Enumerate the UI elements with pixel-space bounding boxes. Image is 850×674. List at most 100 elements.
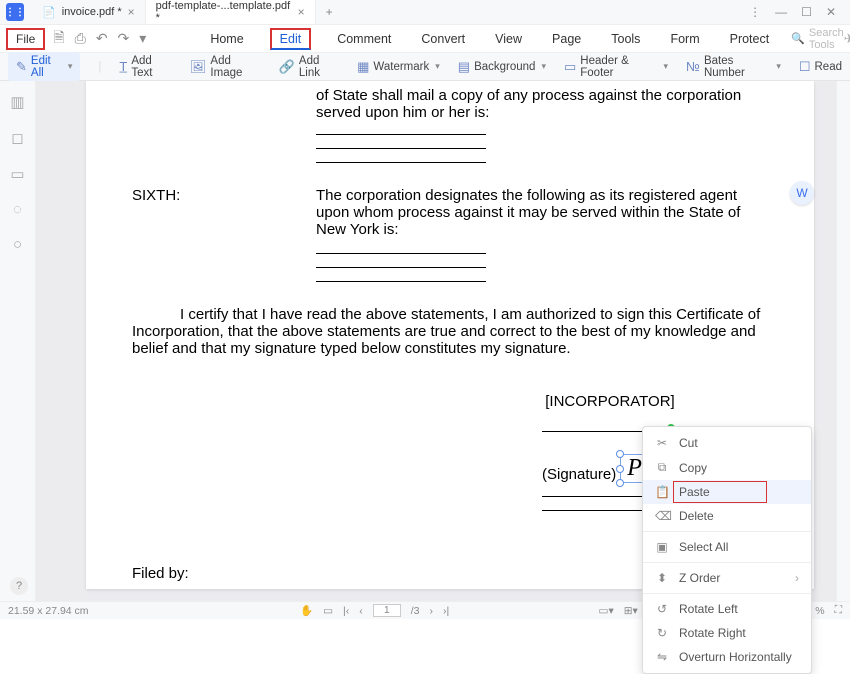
menu-home[interactable]: Home: [206, 28, 247, 50]
page-input[interactable]: 1: [373, 604, 401, 617]
tab-label: pdf-template-...template.pdf *: [156, 0, 292, 24]
ctx-delete[interactable]: ⌫Delete: [643, 504, 811, 528]
tab-invoice[interactable]: 📄 invoice.pdf * ×: [32, 0, 146, 24]
ctx-paste[interactable]: 📋Paste: [643, 480, 811, 504]
close-window-icon[interactable]: ✕: [826, 5, 836, 19]
save-icon[interactable]: 🗎: [53, 27, 64, 51]
background-icon: ▤: [458, 59, 470, 75]
menu-comment[interactable]: Comment: [333, 28, 395, 50]
search-tools[interactable]: 🔍 Search Tools: [791, 27, 844, 51]
label: Add Link: [299, 55, 339, 79]
label: Paste: [679, 485, 710, 499]
ctx-zorder[interactable]: ⬍Z Order: [643, 566, 811, 590]
left-panel: ▥ ◻ ▭ ◌ ○: [0, 81, 36, 601]
view-mode-icon[interactable]: ▭▾: [599, 605, 614, 617]
fit-icon[interactable]: ⊞▾: [624, 605, 638, 617]
close-icon[interactable]: ×: [128, 5, 135, 19]
bookmark-icon[interactable]: ◻: [11, 129, 23, 147]
tab-template[interactable]: pdf-template-...template.pdf * ×: [146, 0, 316, 24]
bates-icon: №: [686, 59, 700, 74]
image-icon: 🖼: [190, 59, 207, 75]
menu-edit[interactable]: Edit: [270, 28, 312, 50]
read-button[interactable]: ☐ Read: [799, 59, 842, 75]
next-page-icon[interactable]: ›: [430, 605, 434, 617]
select-tool-icon[interactable]: ▭: [323, 605, 333, 617]
word-export-button[interactable]: W: [790, 181, 814, 205]
first-page-icon[interactable]: |‹: [343, 605, 349, 617]
maximize-icon[interactable]: ☐: [801, 5, 812, 19]
label: Watermark: [373, 61, 429, 73]
menu-convert[interactable]: Convert: [417, 28, 469, 50]
header-actions: ✈ ⌂ ⇱: [844, 31, 850, 47]
section-text: The corporation designates the following…: [316, 187, 768, 238]
partial-text: of State shall mail a copy of any proces…: [132, 87, 768, 121]
ctx-select-all[interactable]: ▣ Select All: [643, 535, 811, 559]
label: Overturn Horizontally: [679, 650, 792, 664]
add-link-button[interactable]: 🔗Add Link: [279, 55, 339, 79]
title-bar: ⋮⋮ 📄 invoice.pdf * × pdf-template-...tem…: [0, 0, 850, 25]
label: Rotate Right: [679, 626, 746, 640]
ctx-overturn[interactable]: ⇋ Overturn Horizontally: [643, 645, 811, 669]
hand-tool-icon[interactable]: ✋: [300, 604, 313, 617]
prev-page-icon[interactable]: ‹: [359, 605, 363, 617]
label: Header & Footer: [580, 55, 657, 79]
minimize-icon[interactable]: —: [775, 5, 787, 19]
print-icon[interactable]: ⎙: [75, 30, 86, 47]
watermark-icon: ▦: [357, 59, 369, 75]
more-icon[interactable]: ⋮: [749, 5, 761, 19]
watermark-button[interactable]: ▦ Watermark: [357, 59, 440, 75]
edit-all-button[interactable]: ✎Edit All: [8, 52, 80, 82]
separator: [643, 593, 811, 594]
search-panel-icon[interactable]: ○: [13, 236, 22, 253]
menu-view[interactable]: View: [491, 28, 526, 50]
flip-icon: ⇋: [655, 650, 669, 664]
label: Delete: [679, 509, 714, 523]
blank-line: [316, 254, 486, 268]
signature-label: (Signature): [542, 466, 616, 483]
vertical-scrollbar[interactable]: [836, 81, 850, 601]
label: Select All: [679, 540, 728, 554]
context-menu: ✂ Cut ⧉Copy 📋Paste ⌫Delete ▣ Select All ⬍Z…: [642, 426, 812, 674]
zoom-value[interactable]: %: [815, 605, 824, 617]
bates-button[interactable]: №Bates Number: [686, 55, 781, 79]
add-text-button[interactable]: T̲Add Text: [119, 55, 172, 79]
select-all-icon: ▣: [655, 540, 669, 554]
copy-icon: ⧉: [655, 460, 669, 475]
quick-access: 🗎 ⎙ ↶ ↷ ▾: [53, 27, 146, 51]
label: Z Order: [679, 571, 720, 585]
thumbnails-icon[interactable]: ▥: [10, 93, 24, 111]
ctx-rotate-left[interactable]: ↺Rotate Left: [643, 597, 811, 621]
ctx-cut[interactable]: ✂ Cut: [643, 431, 811, 455]
label: Cut: [679, 436, 698, 450]
menu-form[interactable]: Form: [666, 28, 703, 50]
qat-dropdown-icon[interactable]: ▾: [139, 30, 146, 47]
app-logo: ⋮⋮: [6, 3, 24, 21]
header-footer-button[interactable]: ▭Header & Footer: [564, 55, 668, 79]
fullscreen-icon[interactable]: ⛶: [835, 604, 842, 617]
label: Rotate Left: [679, 602, 738, 616]
ctx-rotate-right[interactable]: ↻Rotate Right: [643, 621, 811, 645]
last-page-icon[interactable]: ›|: [443, 605, 449, 617]
cut-icon: ✂: [655, 436, 669, 450]
comment-panel-icon[interactable]: ▭: [10, 165, 24, 183]
link-icon: 🔗: [279, 59, 295, 75]
undo-icon[interactable]: ↶: [96, 30, 108, 47]
redo-icon[interactable]: ↷: [118, 30, 130, 47]
label: Read: [815, 61, 843, 73]
menu-protect[interactable]: Protect: [726, 28, 774, 50]
ctx-copy[interactable]: ⧉Copy: [643, 455, 811, 480]
label: Add Image: [210, 55, 260, 79]
checkbox-icon: ☐: [799, 59, 811, 75]
add-image-button[interactable]: 🖼Add Image: [190, 55, 261, 79]
attachment-icon[interactable]: ◌: [13, 201, 22, 218]
menu-page[interactable]: Page: [548, 28, 585, 50]
menu-tools[interactable]: Tools: [607, 28, 644, 50]
send-icon[interactable]: ✈: [844, 31, 850, 47]
background-button[interactable]: ▤Background: [458, 59, 546, 75]
close-icon[interactable]: ×: [298, 5, 305, 19]
file-menu[interactable]: File: [6, 28, 45, 50]
search-placeholder: Search Tools: [809, 27, 844, 51]
new-tab-button[interactable]: +: [316, 0, 343, 24]
resize-handle[interactable]: [616, 465, 624, 473]
help-button[interactable]: ?: [10, 577, 28, 595]
